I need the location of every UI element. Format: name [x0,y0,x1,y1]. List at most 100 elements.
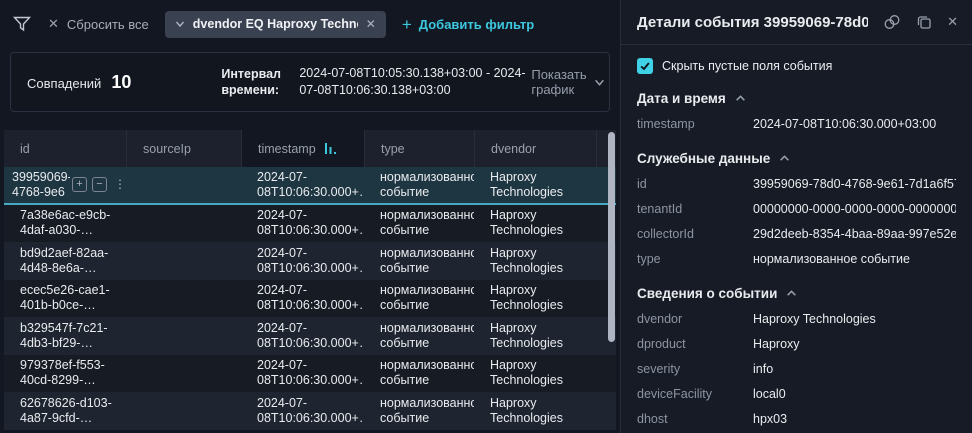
interval-label: Интервал времени: [221,66,281,97]
table-row[interactable]: 7a38e6ac-e9cb- 4daf-a030-… 2024-07- 08T1… [4,204,616,242]
column-header-id[interactable]: id [4,130,126,167]
cell-sourceip [126,296,241,300]
filter-chip-label: dvendor EQ Haproxy Technol… [192,17,358,31]
clear-all-label: Сбросить все [66,16,149,32]
cell-sourceip [126,409,241,413]
field-value: Haproxy [753,336,800,351]
column-header-label: type [381,141,405,156]
column-header-type[interactable]: type [364,130,474,167]
funnel-filter-icon[interactable] [12,14,32,34]
results-summary-bar: Совпадений 10 Интервал времени: 2024-07-… [10,52,610,112]
table-row[interactable]: bd9d2aef-82aa- 4d48-8e6a-… 2024-07- 08T1… [4,242,616,280]
field-key: tenantId [637,201,683,216]
table-row-selected[interactable]: 39959069- 4768-9e6 + − ⋮ 2024-07- 08T10:… [4,167,616,205]
row-menu-icon[interactable]: ⋮ [112,177,126,192]
include-filter-button[interactable]: + [72,177,87,193]
table-row[interactable]: b329547f-7c21- 4db3-bf29-… 2024-07- 08T1… [4,317,616,355]
column-header-label: dvendor [491,141,537,156]
plus-icon: + [76,178,83,191]
table-row[interactable]: ecec5e26-cae1- 401b-b0ce-… 2024-07- 08T1… [4,279,616,317]
cell-dvendor: Haproxy Technologies [490,169,563,199]
cell-type: нормализованное событие [380,245,474,275]
details-panel-header: Детали события 39959069-78d0-47… ✕ [621,0,972,45]
chevron-up-icon [735,93,746,104]
cell-timestamp: 2024-07- 08T10:06:30.000+… [257,283,364,313]
column-header-timestamp[interactable]: timestamp [241,130,364,167]
detail-field-row: type нормализованное событие [621,246,972,271]
cell-sourceip [126,183,241,187]
events-table: id sourceIp timestamp type dvendor 39959… [4,130,616,433]
column-header-dvendor[interactable]: dvendor [474,130,596,167]
chevron-up-icon [786,288,797,299]
interval-value: 2024-07-08T10:05:30.138+03:00 - 2024-07-… [299,66,526,97]
show-chart-label: Показать график [531,67,587,97]
filter-toolbar: ✕ Сбросить все dvendor EQ Haproxy Techno… [0,0,620,48]
cell-dvendor: Haproxy Technologies [490,245,563,275]
cell-sourceip [126,371,241,375]
section-header-datetime[interactable]: Дата и время [621,76,972,111]
cell-sourceip [126,259,241,263]
sort-descending-icon [324,142,337,155]
detail-field-row: collectorId 29d2deeb-8354-4baa-89aa-997e… [621,221,972,246]
field-key: dproduct [637,336,686,351]
show-chart-button[interactable]: Показать график [531,67,604,97]
vertical-scrollbar[interactable] [608,132,615,342]
cell-type: нормализованное событие [380,283,474,313]
detail-field-row: id 39959069-78d0-4768-9e61-7d1a6f572899 [621,171,972,196]
detail-field-row: dvendor Haproxy Technologies [621,306,972,331]
detail-field-row: timestamp 2024-07-08T10:06:30.000+03:00 [621,111,972,136]
column-header-label: timestamp [258,141,316,156]
cell-type: нормализованное событие [380,208,474,238]
copy-icon[interactable] [916,14,932,30]
remove-filter-icon[interactable]: ✕ [366,17,376,31]
cell-dvendor: Haproxy Technologies [490,395,563,425]
chevron-down-icon[interactable] [175,19,185,29]
column-header-label: sourceIp [143,141,191,156]
column-header-sourceip[interactable]: sourceIp [126,130,241,167]
cell-timestamp: 2024-07- 08T10:06:30.000+… [257,169,364,199]
field-key: severity [637,361,681,376]
cell-id: 39959069- 4768-9e6 + − ⋮ [4,168,126,203]
matches-label: Совпадений [27,75,102,91]
cell-type: нормализованное событие [380,320,474,350]
chevron-down-icon [594,77,605,88]
close-panel-icon[interactable]: ✕ [947,14,958,30]
cell-id: 62678626-d103- 4a87-9cfd-… [20,395,112,425]
details-panel-title: Детали события 39959069-78d0-47… [637,13,868,31]
field-key: deviceFacility [637,386,713,401]
section-header-service-data[interactable]: Служебные данные [621,136,972,171]
cell-dvendor: Haproxy Technologies [490,358,563,388]
table-row[interactable]: 979378ef-f553- 40cd-8299-… 2024-07- 08T1… [4,354,616,392]
field-key: id [637,176,647,191]
field-value: нормализованное событие [753,251,910,266]
checkbox-checked-icon[interactable] [637,58,653,74]
field-value: 00000000-0000-0000-0000-000000000000 [753,201,956,216]
cell-dvendor: Haproxy Technologies [490,283,563,313]
add-filter-label: Добавить фильтр [418,16,535,32]
plus-icon: + [401,14,412,34]
cell-type: нормализованное событие [380,395,474,425]
field-key: dhost [637,411,668,426]
link-icon[interactable] [883,13,901,31]
minus-icon: − [96,178,103,191]
section-title-label: Служебные данные [637,151,771,166]
field-value: Haproxy Technologies [753,311,876,326]
clear-all-filters-button[interactable]: ✕ Сбросить все [48,16,149,32]
field-value: 2024-07-08T10:06:30.000+03:00 [753,116,937,131]
filter-chip-dvendor[interactable]: dvendor EQ Haproxy Technol… ✕ [164,10,386,38]
add-filter-button[interactable]: + Добавить фильтр [402,16,534,33]
hide-empty-fields-checkbox[interactable]: Скрыть пустые поля события [621,45,972,76]
table-header-row: id sourceIp timestamp type dvendor [4,130,616,167]
detail-field-row: deviceFacility local0 [621,381,972,406]
section-title-label: Сведения о событии [637,286,778,301]
field-value: local0 [753,386,786,401]
table-row[interactable]: 62678626-d103- 4a87-9cfd-… 2024-07- 08T1… [4,392,616,430]
event-id-text: 39959069- 4768-9e6 [12,169,70,199]
section-header-event-info[interactable]: Сведения о событии [621,271,972,306]
cell-timestamp: 2024-07- 08T10:06:30.000+… [257,208,364,238]
app-window: ✕ Сбросить все dvendor EQ Haproxy Techno… [0,0,972,433]
matches-count: 10 [111,71,132,92]
field-key: timestamp [637,116,695,131]
exclude-filter-button[interactable]: − [92,177,107,193]
matches-counter: Совпадений 10 [27,72,131,93]
